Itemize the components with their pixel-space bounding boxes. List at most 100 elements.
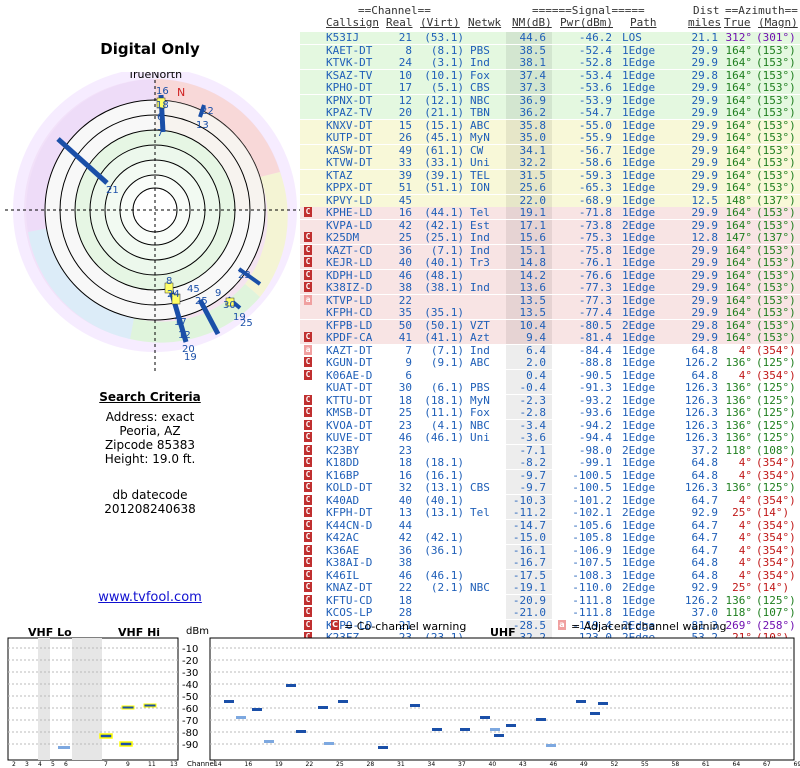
cell-call[interactable]: K46IL (326, 569, 359, 582)
cell-call[interactable]: KVPA-LD (326, 219, 372, 232)
cell-call[interactable]: KOLD-DT (326, 481, 372, 494)
cell-call[interactable]: KFPB-LD (326, 319, 372, 332)
cell-true: 4° (738, 543, 752, 557)
cell-call[interactable]: KUAT-DT (326, 381, 372, 394)
cell-magn: (14°) (756, 506, 790, 519)
cell-call[interactable]: K06AE-D (326, 369, 372, 382)
cell-true: 136° (725, 431, 753, 444)
cell-pwr: -56.7 (578, 143, 612, 157)
cell-real: 42 (398, 218, 412, 232)
cell-call[interactable]: K23BY (326, 444, 359, 457)
cell-call[interactable]: KTVP-LD (326, 294, 372, 307)
cell-true: 164° (725, 318, 753, 332)
cell-pwr: -101.2 (572, 493, 612, 507)
cell-magn: (153°) (756, 156, 796, 169)
cell-real: 46 (398, 268, 412, 282)
cell-call[interactable]: K38AI-D (326, 556, 372, 569)
cell-true: 164° (725, 206, 753, 219)
warning-badge: C (304, 407, 312, 417)
warning-badge: C (304, 569, 312, 580)
table-row: C K06AE-D 6 0.4 -90.5 1Edge 64.8 4° (354°) (300, 369, 800, 382)
warning-badge: C (304, 582, 312, 592)
cell-real: 28 (398, 606, 412, 619)
y-tick: -30 (182, 668, 198, 679)
table-row: a KTVP-LD 22 13.5 -77.3 1Edge 29.9 164° (153°) (300, 294, 800, 307)
cell-call[interactable]: KTVW-DT (326, 156, 372, 169)
cell-call[interactable]: KPNX-DT (326, 94, 372, 107)
cell-nm: 22.0 (519, 193, 547, 207)
north-marker: N (177, 86, 185, 99)
cell-call[interactable]: KUTP-DT (326, 131, 372, 144)
cell-call[interactable]: K40AD (326, 494, 359, 507)
cell-call[interactable]: KNXV-DT (326, 119, 372, 132)
cell-call[interactable]: KFTU-CD (326, 594, 372, 607)
cell-true: 25° (732, 581, 752, 594)
polar-label: 45 (187, 284, 200, 295)
cell-dist: 126.3 (684, 381, 718, 394)
table-row: C KVOA-DT 23 (4.1) NBC -3.4 -94.2 1Edge 126.3 136… (300, 419, 800, 432)
cell-true: 4° (738, 556, 752, 569)
cell-call[interactable]: KVOA-DT (326, 419, 372, 432)
cell-call[interactable]: KPAZ-TV (326, 106, 372, 119)
cell-call[interactable]: K16BP (326, 469, 359, 482)
cell-pwr: -91.3 (578, 381, 612, 394)
cell-call[interactable]: KAZT-DT (326, 344, 372, 357)
warning-badge: C (304, 507, 312, 517)
cell-path: 1Edge (622, 456, 656, 469)
cell-nm: -3.6 (519, 431, 547, 444)
cell-call[interactable]: KFPH-DT (326, 506, 372, 519)
cell-real: 13 (398, 506, 412, 519)
cell-true: 4° (738, 531, 752, 544)
cell-true: 136° (725, 481, 753, 494)
cell-call[interactable]: KSAZ-TV (326, 69, 372, 82)
cell-magn: (354°) (756, 493, 796, 507)
cell-call[interactable]: KPHO-DT (326, 81, 372, 94)
cell-virt: (51.1) (424, 181, 464, 194)
cell-call[interactable]: KAZT-CD (326, 244, 372, 257)
cell-call[interactable]: K38IZ-D (326, 281, 372, 294)
cell-call[interactable]: KPHE-LD (326, 206, 372, 219)
cell-call[interactable]: K25DM (326, 231, 359, 244)
cell-call[interactable]: K44CN-D (326, 519, 372, 532)
cell-virt: (12.1) (424, 93, 464, 107)
cell-call[interactable]: KDPH-LD (326, 269, 372, 282)
cell-call[interactable]: KTTU-DT (326, 394, 372, 407)
cell-call[interactable]: K36AE (326, 544, 359, 557)
cell-call[interactable]: KASW-DT (326, 144, 372, 157)
cell-call[interactable]: KAET-DT (326, 44, 372, 57)
cell-call[interactable]: KTVK-DT (326, 56, 372, 69)
cell-call[interactable]: KPPX-DT (326, 181, 372, 194)
cell-true: 164° (725, 68, 753, 82)
cell-virt: (40.1) (424, 493, 464, 507)
site-link[interactable]: www.tvfool.com (0, 590, 300, 605)
cell-virt: (42.1) (424, 531, 464, 544)
cell-pwr: -102.1 (572, 506, 612, 519)
cell-call[interactable]: KUVE-DT (326, 431, 372, 444)
cell-call[interactable]: KPDF-CA (326, 331, 372, 344)
cell-net: Tel (470, 506, 490, 519)
cell-path: 1Edge (622, 281, 656, 294)
cell-call[interactable]: K42AC (326, 531, 359, 544)
polar-label: 12 (178, 330, 191, 341)
cell-call[interactable]: KGUN-DT (326, 356, 372, 369)
cell-call[interactable]: KFPH-CD (326, 306, 372, 319)
cell-call[interactable]: K53IJ (326, 31, 359, 44)
cell-call[interactable]: KTAZ (326, 169, 353, 182)
cell-path: 1Edge (622, 481, 656, 494)
cell-call[interactable]: KNAZ-DT (326, 581, 372, 594)
cell-magn: (125°) (756, 356, 796, 369)
cell-pwr: -100.5 (572, 468, 612, 482)
cell-pwr: -93.6 (578, 406, 612, 419)
table-row: KASW-DT 49 (61.1) CW 34.1 -56.7 1Edge 29.9 164°(… (300, 143, 800, 157)
cell-true: 136° (725, 593, 753, 607)
cell-call[interactable]: KPVY-LD (326, 194, 372, 207)
cell-magn: (125°) (756, 431, 796, 444)
cell-call[interactable]: K18DD (326, 456, 359, 469)
cell-real: 33 (398, 156, 412, 169)
cell-real: 9 (405, 356, 412, 369)
cell-call[interactable]: KCOS-LP (326, 606, 372, 619)
cell-call[interactable]: KEJR-LD (326, 256, 372, 269)
cell-pwr: -99.1 (578, 456, 612, 469)
cell-call[interactable]: KMSB-DT (326, 406, 372, 419)
left-panel: Digital Only 16 18 6 7 22 13 21 23 8 45 … (0, 0, 300, 620)
